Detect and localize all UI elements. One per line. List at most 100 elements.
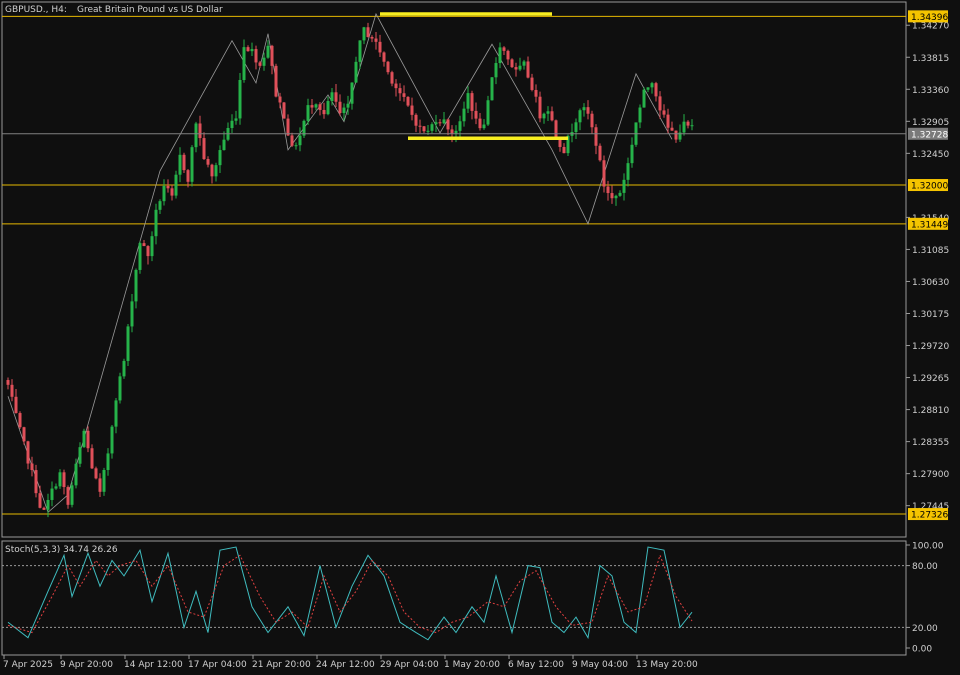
stochastic-tick-label: 80.00 — [912, 562, 938, 572]
candle-body — [266, 45, 270, 58]
candle-body — [218, 150, 222, 166]
candle-body — [626, 163, 630, 180]
candle-body — [326, 101, 330, 115]
price-axis[interactable]: 1.342701.338151.333601.329051.324501.315… — [906, 22, 949, 512]
symbol-label: GBPUSD., H4: — [5, 5, 67, 15]
candle-body — [122, 360, 126, 377]
candle-body — [306, 105, 310, 121]
candle-body — [442, 119, 446, 124]
candle-body — [254, 49, 258, 63]
candle-body — [178, 154, 182, 175]
stochastic-axis: 100.00 80.00 20.00 0.00 — [906, 542, 944, 655]
candle-body — [414, 114, 418, 126]
price-tick-label: 1.31085 — [912, 246, 949, 256]
level-label: 1.31449 — [911, 220, 948, 230]
candle-body — [62, 472, 66, 488]
candle-body — [358, 40, 362, 62]
candle-body — [646, 87, 650, 90]
price-tick-label: 1.27900 — [912, 470, 949, 480]
candle-body — [418, 125, 422, 127]
candle-body — [42, 507, 46, 510]
candle-body — [606, 186, 610, 194]
current-price-label: 1.32728 — [911, 130, 948, 140]
candle-body — [350, 82, 354, 104]
candle-body — [526, 61, 530, 78]
candle-body — [114, 400, 118, 427]
candle-body — [590, 113, 594, 128]
candle-body — [154, 209, 158, 237]
time-tick-label: 9 Apr 20:00 — [60, 660, 113, 670]
candle-body — [258, 62, 262, 66]
candle-body — [506, 50, 510, 60]
candle-body — [458, 121, 462, 131]
candle-body — [330, 92, 334, 102]
candle-body — [638, 107, 642, 123]
stochastic-main-line — [7, 546, 693, 641]
price-tick-label: 1.29265 — [912, 374, 949, 384]
candle-body — [594, 127, 598, 146]
candle-body — [462, 108, 466, 122]
candle-body — [210, 164, 214, 177]
candle-body — [378, 41, 382, 53]
price-tick-label: 1.33360 — [912, 86, 949, 96]
candle-body — [366, 27, 370, 38]
candle-body — [342, 107, 346, 114]
price-tick-label: 1.30175 — [912, 310, 949, 320]
time-axis[interactable]: 7 Apr 2025 9 Apr 20:00 14 Apr 12:00 17 Apr … — [3, 655, 698, 670]
candle-body — [578, 110, 582, 123]
candle-body — [534, 89, 538, 97]
candle-body — [78, 447, 82, 464]
candle-body — [222, 139, 226, 151]
level-label: 1.32000 — [911, 182, 948, 192]
candle-body — [630, 144, 634, 164]
candle-body — [690, 125, 694, 127]
candle-body — [650, 83, 654, 88]
candle-body — [318, 104, 322, 110]
candle-body — [46, 499, 50, 510]
candle-body — [622, 179, 626, 193]
candle-body — [658, 96, 662, 111]
price-tick-label: 1.32450 — [912, 150, 949, 160]
candle-body — [554, 120, 558, 139]
candle-body — [346, 103, 350, 108]
chart-canvas[interactable]: 1.342701.338151.333601.329051.324501.315… — [0, 0, 960, 675]
candle-body — [290, 135, 294, 146]
candle-body — [54, 486, 58, 489]
trading-chart-window[interactable]: 1.342701.338151.333601.329051.324501.315… — [0, 0, 960, 675]
symbol-description: Great Britain Pound vs US Dollar — [77, 5, 223, 15]
candle-body — [74, 463, 78, 486]
candle-body — [586, 107, 590, 114]
candle-body — [494, 63, 498, 78]
time-tick-label: 24 Apr 12:00 — [316, 660, 375, 670]
candle-body — [34, 470, 38, 494]
candle-body — [6, 380, 10, 385]
price-tick-label: 1.34270 — [912, 22, 949, 32]
candle-body — [470, 93, 474, 111]
candle-body — [666, 114, 670, 128]
candle-body — [374, 38, 378, 42]
stochastic-tick-label: 20.00 — [912, 624, 938, 634]
candle-body — [118, 376, 122, 401]
level-label: 1.34396 — [911, 13, 948, 23]
time-tick-label: 9 May 04:00 — [572, 660, 628, 670]
candle-body — [238, 79, 242, 119]
candle-body — [190, 147, 194, 182]
candle-body — [82, 430, 86, 448]
candle-body — [610, 193, 614, 199]
candle-body — [530, 77, 534, 90]
candle-body — [542, 113, 546, 119]
candle-body — [310, 105, 314, 108]
horizontal-levels[interactable] — [2, 15, 906, 515]
candle-body — [146, 246, 150, 257]
candle-body — [550, 111, 554, 121]
candle-body — [242, 47, 246, 80]
candle-body — [394, 83, 398, 89]
candle-body — [522, 61, 526, 66]
time-tick-label: 29 Apr 04:00 — [380, 660, 439, 670]
price-tick-label: 1.30630 — [912, 278, 949, 288]
candle-body — [602, 160, 606, 187]
candle-body — [86, 430, 90, 449]
time-tick-label: 13 May 20:00 — [636, 660, 698, 670]
candle-body — [686, 121, 690, 126]
candle-body — [314, 104, 318, 108]
